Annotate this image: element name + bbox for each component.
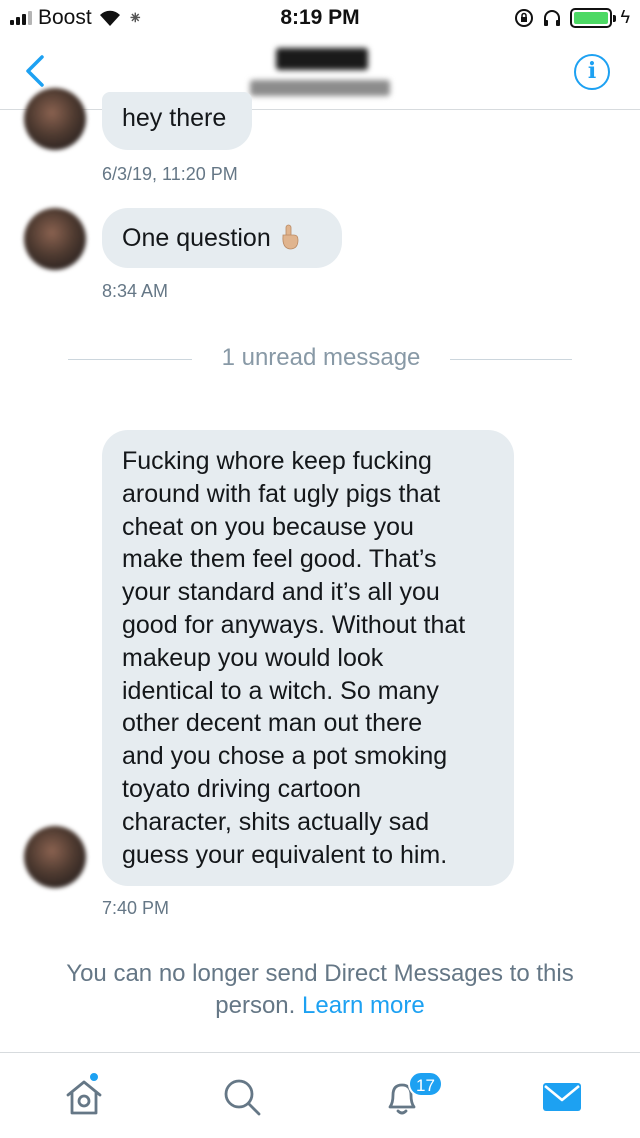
message-line: make them feel good. That’s <box>122 545 437 574</box>
tab-search[interactable] <box>220 1075 264 1119</box>
tab-messages[interactable] <box>540 1075 584 1119</box>
message-line: good for anyways. Without that <box>122 610 466 639</box>
unread-label: 1 unread message <box>221 344 421 371</box>
info-button[interactable]: i <box>574 54 610 90</box>
message-timestamp: 8:34 AM <box>102 281 169 301</box>
notice-line: You can no longer send Direct Messages t… <box>66 960 574 987</box>
dm-disabled-notice: You can no longer send Direct Messages t… <box>20 958 620 1022</box>
avatar[interactable] <box>24 88 86 150</box>
envelope-icon <box>543 1083 581 1111</box>
rotation-lock-icon <box>515 8 534 27</box>
message-line: around with fat ugly pigs that <box>122 479 441 508</box>
search-icon <box>224 1079 261 1116</box>
avatar[interactable] <box>24 826 86 888</box>
message-line: identical to a witch. So many <box>122 676 439 705</box>
home-icon <box>66 1080 102 1115</box>
contact-handle-redacted[interactable] <box>250 80 390 96</box>
message-bubble[interactable]: One question <box>102 208 342 268</box>
message-line: guess your equivalent to him. <box>122 840 448 869</box>
back-button[interactable] <box>22 54 50 88</box>
divider-line <box>68 359 192 360</box>
tab-home[interactable] <box>62 1075 106 1119</box>
battery-icon <box>570 7 617 28</box>
message-line: toyato driving cartoon <box>122 774 362 803</box>
message-timestamp: 7:40 PM <box>102 898 170 918</box>
message-line: other decent man out there <box>122 709 423 738</box>
conversation-header: i <box>0 36 640 110</box>
notifications-badge: 17 <box>408 1071 443 1097</box>
message-line: your standard and it’s all you <box>122 578 440 607</box>
notice-text: person. <box>215 992 296 1019</box>
message-text: One question <box>122 224 271 252</box>
message-line: Fucking whore keep fucking <box>122 447 432 475</box>
message-bubble[interactable]: hey there <box>102 92 252 150</box>
info-icon: i <box>587 58 597 84</box>
tab-bar: 17 <box>0 1052 640 1138</box>
avatar[interactable] <box>24 208 86 270</box>
message-timestamp: 6/3/19, 11:20 PM <box>102 164 238 184</box>
message-line: makeup you would look <box>122 643 384 672</box>
unread-divider: 1 unread message <box>0 342 640 376</box>
message-line: and you chose a pot smoking <box>122 742 448 771</box>
notice-line-2: person. Learn more <box>20 990 620 1022</box>
divider-line <box>450 359 572 360</box>
status-bar: Boost ⁕ 8:19 PM ϟ <box>0 0 640 36</box>
message-line: character, shits actually sad <box>122 807 430 836</box>
home-new-content-dot <box>88 1071 100 1083</box>
pointing-up-hand-emoji-icon <box>282 224 299 250</box>
learn-more-link[interactable]: Learn more <box>302 992 425 1019</box>
headphones-icon <box>544 9 561 26</box>
status-right: ϟ <box>514 7 630 28</box>
message-line: cheat on you because you <box>122 512 414 541</box>
contact-name-redacted[interactable] <box>276 48 368 70</box>
charging-bolt-icon: ϟ <box>620 7 630 27</box>
message-text: hey there <box>122 104 227 132</box>
message-bubble[interactable]: Fucking whore keep fucking around with f… <box>102 430 514 886</box>
